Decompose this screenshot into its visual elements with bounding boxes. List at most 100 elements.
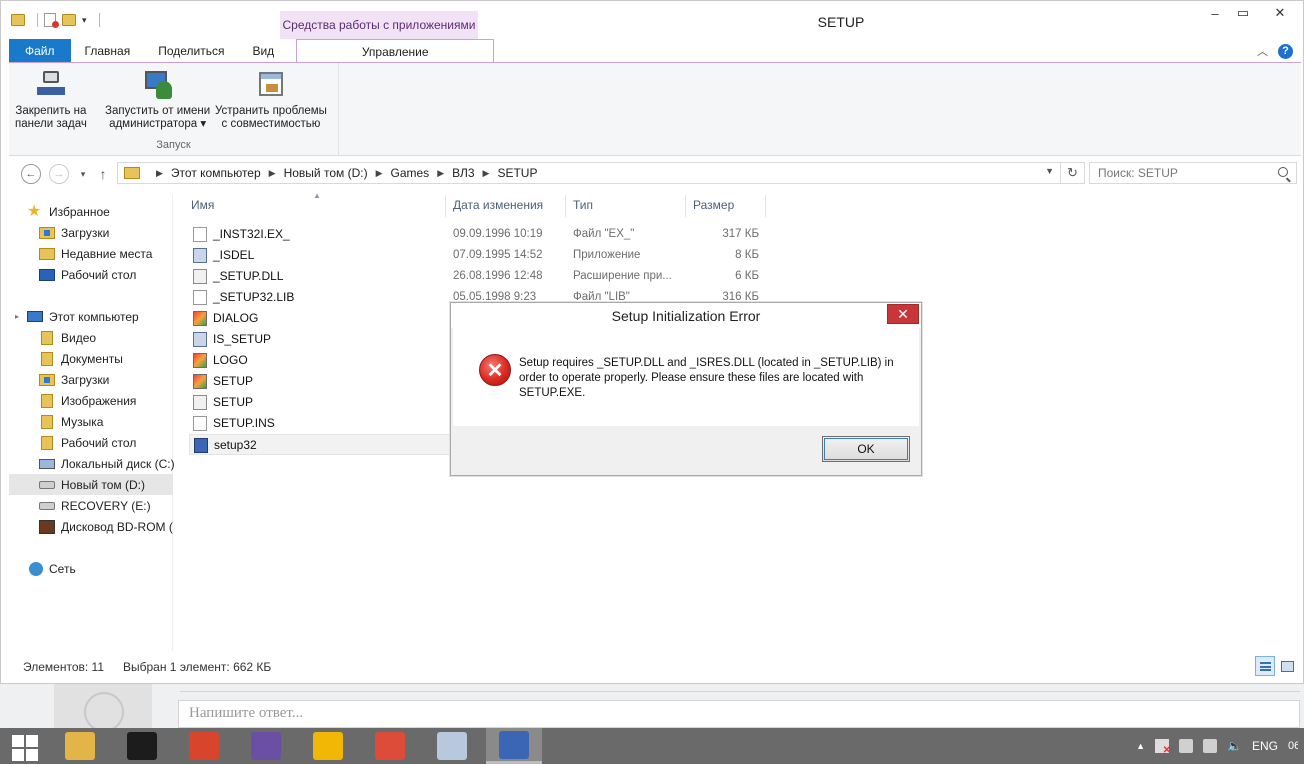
breadcrumb-setup[interactable]: SETUP <box>497 166 537 180</box>
collapse-ribbon-icon[interactable]: ︿ <box>1257 43 1268 59</box>
new-folder-icon[interactable] <box>62 14 76 26</box>
tab-share[interactable]: Поделиться <box>144 39 238 63</box>
nav-item-local-disk-c[interactable]: Локальный диск (C:) <box>39 453 203 474</box>
tab-file[interactable]: Файл <box>9 39 71 63</box>
close-button[interactable]: ✕ <box>1257 1 1303 25</box>
taskbar-media-app-button[interactable] <box>114 728 170 764</box>
chevron-down-icon[interactable]: ▼ <box>1045 166 1054 176</box>
drive-icon <box>39 480 55 489</box>
taskbar-puzzle-app-button[interactable] <box>176 728 232 764</box>
taskbar-a-app-button[interactable] <box>300 728 356 764</box>
taskbar-chrome-button[interactable] <box>362 728 418 764</box>
nav-item-drive-d[interactable]: Новый том (D:) <box>9 474 173 495</box>
file-name: _INST32I.EX_ <box>213 227 290 241</box>
chevron-right-icon[interactable]: ▶ <box>483 168 490 179</box>
tab-manage[interactable]: Управление <box>296 39 495 63</box>
start-button[interactable] <box>6 732 42 761</box>
file-row[interactable]: _ISDEL 07.09.1995 14:52 Приложение 8 КБ <box>189 245 763 266</box>
back-button[interactable]: ← <box>21 164 41 184</box>
help-icon[interactable]: ? <box>1278 43 1293 59</box>
forward-button[interactable]: → <box>49 164 69 184</box>
breadcrumb-this-pc[interactable]: Этот компьютер <box>171 166 261 180</box>
column-header-date[interactable]: Дата изменения <box>453 195 543 215</box>
chevron-right-icon[interactable]: ▶ <box>376 168 383 179</box>
nav-item-bd-rom[interactable]: Дисковод BD-ROM ( <box>39 516 203 537</box>
chevron-right-icon[interactable]: ▶ <box>269 168 276 179</box>
properties-icon[interactable] <box>44 13 59 28</box>
taskbar-visual-studio-button[interactable] <box>238 728 294 764</box>
tab-view[interactable]: Вид <box>238 39 288 63</box>
nav-item-videos[interactable]: Видео <box>39 327 203 348</box>
tab-home[interactable]: Главная <box>71 39 145 63</box>
nav-item-this-pc[interactable]: ▸ Этот компьютер <box>15 306 179 327</box>
computer-icon <box>27 311 43 322</box>
maximize-button[interactable]: ▭ <box>1229 1 1257 25</box>
column-header-size[interactable]: Размер <box>693 195 734 215</box>
bitmap-icon <box>193 353 207 368</box>
file-row[interactable]: _SETUP.DLL 26.08.1996 12:48 Расширение при… <box>189 266 763 287</box>
breadcrumb-drive-d[interactable]: Новый том (D:) <box>284 166 368 180</box>
nav-item-music[interactable]: Музыка <box>39 411 203 432</box>
network-signal-icon[interactable] <box>1203 739 1218 753</box>
file-size: 8 КБ <box>735 249 759 261</box>
nav-item-favorites[interactable]: ★ Избранное <box>27 201 191 222</box>
search-icon[interactable] <box>1278 167 1288 177</box>
recent-locations-icon[interactable]: ▾ <box>73 164 93 184</box>
language-indicator[interactable]: ENG <box>1252 739 1278 753</box>
dialog-close-button[interactable]: ✕ <box>887 304 919 324</box>
nav-item-documents[interactable]: Документы <box>39 348 203 369</box>
breadcrumb-games[interactable]: Games <box>391 166 430 180</box>
file-name: IS_SETUP <box>213 332 272 346</box>
taskbar-file-explorer-button[interactable] <box>52 728 108 764</box>
chevron-right-icon[interactable]: ▶ <box>156 168 163 179</box>
file-name: SETUP <box>213 395 254 409</box>
column-divider[interactable] <box>685 195 686 217</box>
file-name: LOGO <box>213 353 248 367</box>
pin-to-taskbar-button[interactable]: Закрепить на панели задач <box>15 69 87 131</box>
action-center-flag-icon[interactable] <box>1155 739 1171 756</box>
dialog-body: ✕ Setup requires _SETUP.DLL and _ISRES.D… <box>453 328 919 426</box>
address-bar[interactable]: ▶ Этот компьютер ▶ Новый том (D:) ▶ Game… <box>117 162 1085 184</box>
troubleshoot-compatibility-button[interactable]: Устранить проблемы с совместимостью <box>215 69 327 131</box>
details-view-button[interactable] <box>1255 656 1275 676</box>
column-divider[interactable] <box>765 195 766 217</box>
breadcrumb-vl3[interactable]: ВЛ3 <box>452 166 474 180</box>
refresh-icon[interactable]: ↻ <box>1060 163 1084 183</box>
volume-icon[interactable]: 🔈 <box>1227 739 1242 753</box>
dialog-title-bar[interactable]: Setup Initialization Error ✕ <box>451 303 921 328</box>
file-date: 26.08.1996 12:48 <box>453 270 543 282</box>
customize-toolbar-icon[interactable]: ▾ <box>82 15 87 26</box>
search-input[interactable]: Поиск: SETUP <box>1089 162 1297 184</box>
column-divider[interactable] <box>445 195 446 217</box>
title-bar: ▾ Средства работы с приложениями SETUP –… <box>1 1 1303 39</box>
column-divider[interactable] <box>565 195 566 217</box>
up-button[interactable]: ↑ <box>93 164 113 184</box>
file-row[interactable]: _INST32I.EX_ 09.09.1996 10:19 Файл "EX_" 31… <box>189 224 763 245</box>
nav-item-pictures[interactable]: Изображения <box>39 390 203 411</box>
nav-item-desktop-2[interactable]: Рабочий стол <box>39 432 203 453</box>
chevron-right-icon[interactable]: ▶ <box>437 168 444 179</box>
expand-arrow-icon[interactable]: ▸ <box>15 312 27 321</box>
show-hidden-icons-icon[interactable]: ▲ <box>1136 741 1145 751</box>
ok-button[interactable]: OK <box>822 436 910 462</box>
column-header-type[interactable]: Тип <box>573 195 593 215</box>
nav-item-downloads[interactable]: Загрузки <box>39 222 203 243</box>
nav-item-desktop[interactable]: Рабочий стол <box>39 264 203 285</box>
command-label: Устранить проблемы <box>215 105 327 117</box>
nav-item-recent-places[interactable]: Недавние места <box>39 243 203 264</box>
column-header-name[interactable]: Имя <box>191 195 214 215</box>
command-label: панели задач <box>15 118 87 130</box>
taskbar-setup-installer-button[interactable] <box>486 728 542 764</box>
nav-item-network[interactable]: Сеть <box>29 558 193 579</box>
device-icon[interactable] <box>1179 739 1194 753</box>
large-icons-view-icon <box>1281 661 1294 672</box>
nav-item-downloads-2[interactable]: Загрузки <box>39 369 203 390</box>
nav-item-recovery-e[interactable]: RECOVERY (E:) <box>39 495 203 516</box>
run-as-admin-button[interactable]: Запустить от имени администратора ▾ <box>105 69 210 131</box>
minimize-button[interactable]: – <box>1201 1 1229 25</box>
large-icons-view-button[interactable] <box>1277 656 1297 676</box>
windows-logo-icon <box>12 735 24 747</box>
taskbar-paint-button[interactable] <box>424 728 480 764</box>
clock[interactable]: 06 <box>1288 740 1298 752</box>
reply-input[interactable]: Напишите ответ... <box>178 700 1300 728</box>
